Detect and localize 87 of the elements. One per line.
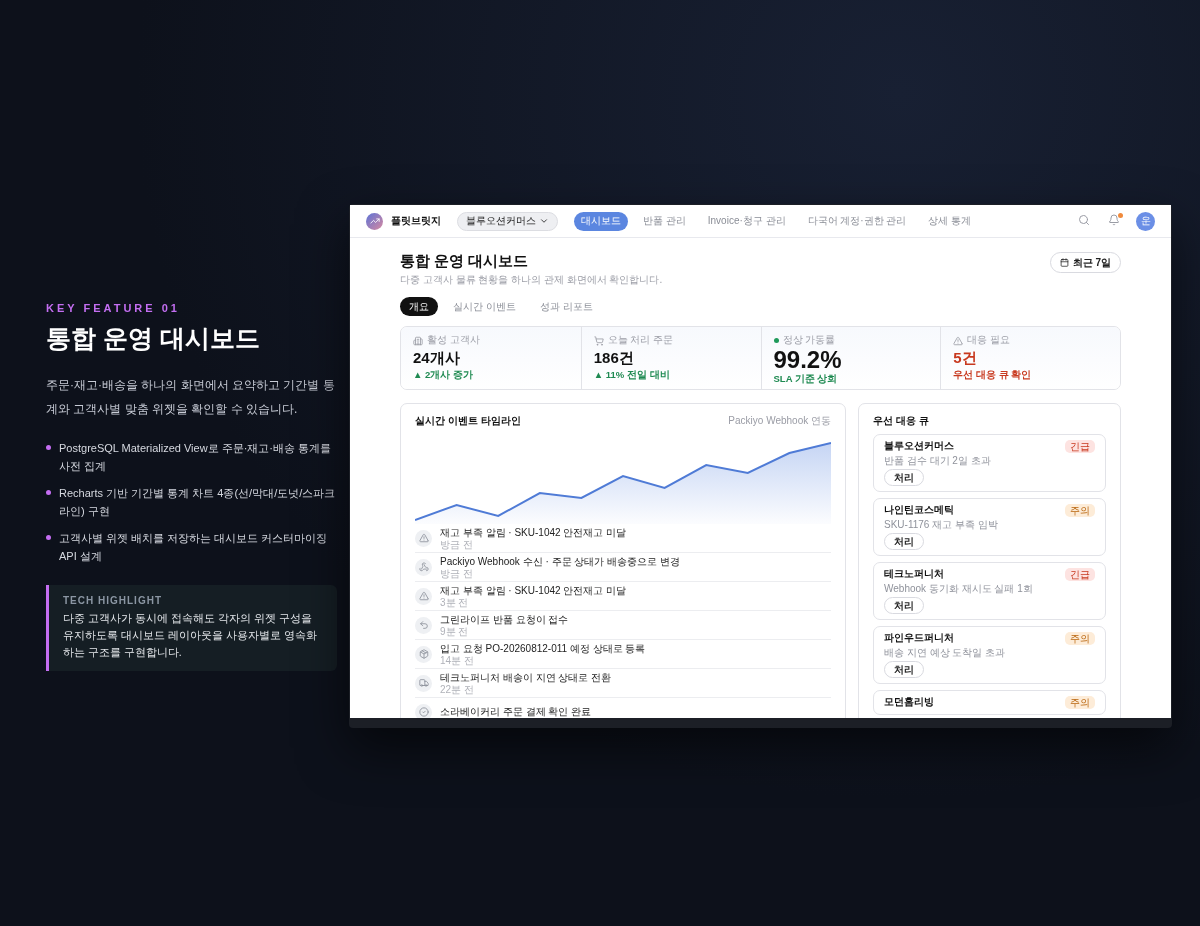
user-avatar[interactable]: 운	[1136, 211, 1155, 231]
nav-tab[interactable]: 다국어 계정·권한 관리	[800, 211, 914, 231]
event-title: 입고 요청 PO-20260812-011 예정 상태로 등록	[440, 642, 646, 655]
event-time: 14분 전	[440, 654, 475, 666]
customer-name: 모던홈리빙	[884, 695, 934, 709]
event-title: 재고 부족 알림 · SKU-1042 안전재고 미달	[440, 526, 627, 539]
event-time: 방금 전	[440, 538, 474, 550]
priority-badge: 주의	[1065, 695, 1095, 709]
process-button[interactable]: 처리	[884, 597, 924, 614]
priority-badge: 주의	[1065, 631, 1095, 645]
process-button[interactable]: 처리	[884, 469, 924, 486]
nav-tab[interactable]: 대시보드	[574, 211, 628, 231]
priority-badge: 긴급	[1065, 439, 1095, 453]
kpi-label: 오늘 처리 주문	[607, 334, 674, 347]
return-arrow-icon	[418, 620, 429, 630]
kpi-note: 우선 대응 큐 확인	[953, 369, 1033, 382]
event-title: Packiyo Webhook 수신 · 주문 상태가 배송중으로 변경	[440, 555, 680, 568]
highlight-text: 다중 고객사가 동시에 접속해도 각자의 위젯 구성을 유지하도록 대시보드 레이아웃을 사용자별로 영속화하는 구조를 구현합니다.	[63, 611, 318, 660]
priority-badge: 긴급	[1065, 567, 1095, 581]
view-tab[interactable]: 성과 리포트	[530, 297, 602, 316]
building-icon	[413, 335, 423, 346]
bullet-dot	[46, 445, 51, 450]
kpi-label: 활성 고객사	[427, 334, 480, 347]
brand-name: 플릿브릿지	[391, 214, 441, 228]
kpi-label: 대응 필요	[967, 334, 1010, 347]
view-tab[interactable]: 개요	[400, 297, 438, 316]
cart-icon	[593, 335, 604, 346]
bell-icon[interactable]	[1108, 214, 1122, 228]
kpi-value: 99.2%	[773, 347, 843, 373]
check-circle-icon	[418, 707, 429, 717]
nav-tab[interactable]: Invoice·청구 관리	[700, 211, 793, 231]
event-title: 그린라이프 반품 요청이 접수	[440, 613, 569, 626]
page-subtitle: 다중 고객사 물류 현황을 하나의 관제 화면에서 확인합니다.	[400, 273, 663, 287]
customer-name: 나인틴코스메틱	[884, 503, 954, 517]
event-time: 22분 전	[440, 683, 475, 695]
calendar-icon	[1059, 258, 1069, 267]
warning-icon	[418, 533, 429, 543]
bullet-dot	[46, 535, 51, 540]
process-button[interactable]: 처리	[884, 661, 924, 678]
event-title: 재고 부족 알림 · SKU-1042 안전재고 미달	[440, 584, 627, 597]
bullet-text: 고객사별 위젯 배치를 저장하는 대시보드 커스터마이징 API 설계	[59, 531, 329, 564]
status-dot	[773, 338, 779, 343]
date-range-button[interactable]: 최근 7일	[1049, 252, 1121, 273]
customer-name: 블루오션커머스	[884, 439, 954, 453]
customer-name: 테크노퍼니처	[884, 567, 944, 581]
warning-icon	[418, 591, 429, 601]
tenant-select[interactable]: 블루오션커머스	[457, 211, 558, 231]
webhook-icon	[418, 562, 429, 572]
kpi-value: 5건	[953, 348, 978, 368]
kpi-note: ▲ 2개사 증가	[413, 369, 474, 382]
panel-title: 실시간 이벤트 타임라인	[415, 414, 521, 428]
bullet-dot	[46, 490, 51, 495]
page-title: 통합 운영 대시보드	[400, 252, 530, 271]
kpi-value: 186건	[593, 348, 635, 368]
view-tab[interactable]: 실시간 이벤트	[444, 297, 525, 316]
source-note: Packiyo Webhook 연동	[728, 414, 831, 428]
process-button[interactable]: 처리	[884, 533, 924, 550]
event-time: 3분 전	[440, 596, 470, 608]
kpi-label: 정상 가동률	[782, 334, 836, 347]
customer-name: 파인우드퍼니처	[884, 631, 954, 645]
kpi-value: 24개사	[413, 348, 461, 368]
bullet-text: PostgreSQL Materialized View로 주문·재고·배송 통계를 사전 집계	[59, 441, 332, 474]
event-time: 방금 전	[440, 567, 474, 579]
kpi-note: SLA 기준 상회	[773, 373, 839, 386]
issue-description: 반품 검수 대기 2일 초과	[884, 454, 992, 467]
nav-tab[interactable]: 상세 통계	[921, 211, 979, 231]
issue-description: 배송 지연 예상 도착일 초과	[884, 646, 1007, 659]
feature-eyebrow: KEY FEATURE 01	[46, 302, 181, 314]
feature-title: 통합 운영 대시보드	[46, 323, 261, 354]
feature-description: 주문·재고·배송을 하나의 화면에서 요약하고 기간별 통계와 고객사별 맞춤 위젯을 확인할 수 있습니다.	[46, 377, 336, 418]
highlight-label: TECH HIGHLIGHT	[63, 595, 163, 606]
truck-icon	[418, 678, 429, 688]
panel-title: 우선 대응 큐	[873, 414, 930, 428]
chevron-down-icon	[539, 216, 549, 226]
priority-badge: 주의	[1065, 503, 1095, 517]
event-time: 9분 전	[440, 625, 470, 637]
nav-tab[interactable]: 반품 관리	[636, 211, 693, 231]
kpi-note: ▲ 11% 전일 대비	[593, 369, 671, 382]
issue-description: Webhook 동기화 재시도 실패 1회	[884, 582, 1034, 595]
logo-icon	[366, 212, 383, 230]
package-icon	[418, 649, 429, 659]
event-title: 소라베이커리 주문 결제 확인 완료	[440, 706, 592, 718]
search-icon[interactable]	[1078, 214, 1092, 228]
bullet-text: Recharts 기반 기간별 통계 차트 4종(선/막대/도넛/스파크라인) 구현	[59, 486, 337, 519]
warning-icon	[953, 335, 964, 346]
event-title: 테크노퍼니처 배송이 지연 상태로 전환	[440, 671, 612, 684]
issue-description: SKU-1176 재고 부족 임박	[884, 518, 999, 531]
